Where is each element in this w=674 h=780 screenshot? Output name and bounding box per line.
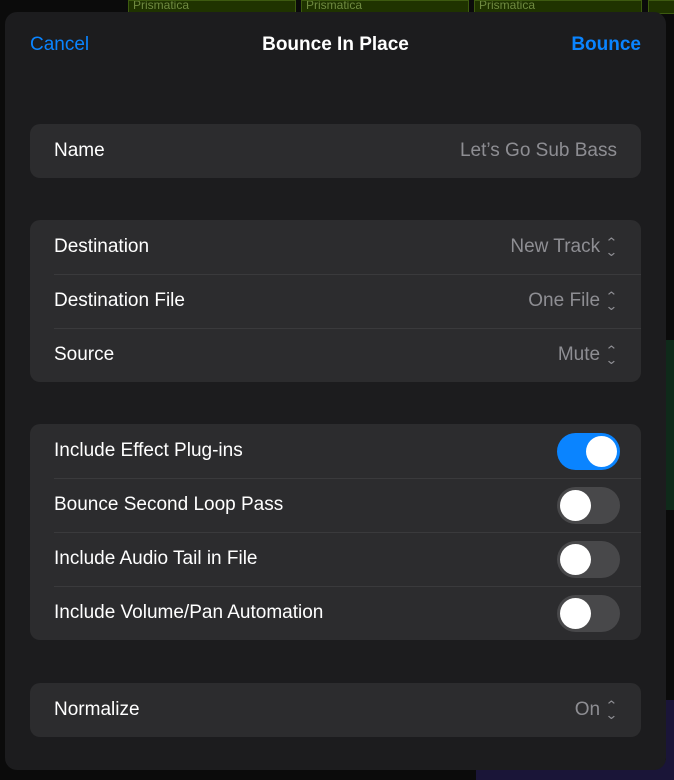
region-label: Prismatica	[133, 0, 190, 12]
chevron-up-down-icon: ⌃ ⌄	[605, 343, 619, 367]
region-label: Prismatica	[306, 0, 363, 12]
name-row[interactable]: Name Let’s Go Sub Bass	[30, 124, 641, 178]
name-group: Name Let’s Go Sub Bass	[30, 124, 641, 178]
bounce-in-place-sheet: Bounce In Place Cancel Bounce Name Let’s…	[5, 12, 666, 770]
source-value: Mute	[557, 344, 601, 365]
name-value[interactable]: Let’s Go Sub Bass	[460, 140, 617, 162]
normalize-value: On	[574, 699, 601, 720]
region-label: Prismatica	[479, 0, 536, 12]
include-volume-pan-automation-toggle[interactable]	[557, 594, 620, 632]
destination-group: Destination New Track ⌃ ⌄ Destination File…	[30, 220, 641, 382]
toggle-knob	[560, 543, 591, 575]
name-label: Name	[54, 140, 105, 161]
destination-file-value: One File	[528, 290, 601, 311]
destination-value: New Track	[510, 236, 601, 257]
include-volume-pan-automation-row: Include Volume/Pan Automation	[30, 586, 641, 640]
bounce-second-loop-pass-toggle[interactable]	[557, 486, 620, 524]
bounce-second-loop-pass-row: Bounce Second Loop Pass	[30, 478, 641, 532]
destination-file-label: Destination File	[54, 290, 185, 311]
options-group: Include Effect Plug-ins Bounce Second Lo…	[30, 424, 641, 640]
background-region	[666, 340, 674, 510]
toggle-knob	[560, 597, 591, 629]
toggle-label: Bounce Second Loop Pass	[54, 494, 284, 515]
background-region	[666, 700, 674, 780]
include-audio-tail-row: Include Audio Tail in File	[30, 532, 641, 586]
toggle-knob	[586, 435, 617, 467]
sheet-title: Bounce In Place	[262, 34, 409, 55]
cancel-button[interactable]: Cancel	[30, 34, 89, 56]
source-row[interactable]: Source Mute ⌃ ⌄	[30, 328, 641, 382]
toggle-label: Include Audio Tail in File	[54, 548, 258, 569]
destination-label: Destination	[54, 236, 150, 257]
normalize-label: Normalize	[54, 699, 140, 720]
normalize-row[interactable]: Normalize On ⌃ ⌄	[30, 683, 641, 737]
chevron-up-down-icon: ⌃ ⌄	[605, 698, 619, 722]
toggle-label: Include Effect Plug-ins	[54, 440, 243, 461]
source-label: Source	[54, 344, 115, 365]
toggle-knob	[560, 489, 591, 521]
chevron-up-down-icon: ⌃ ⌄	[605, 289, 619, 313]
bounce-button[interactable]: Bounce	[571, 34, 641, 56]
destination-file-row[interactable]: Destination File One File ⌃ ⌄	[30, 274, 641, 328]
chevron-up-down-icon: ⌃ ⌄	[605, 235, 619, 259]
include-audio-tail-toggle[interactable]	[557, 540, 620, 578]
destination-row[interactable]: Destination New Track ⌃ ⌄	[30, 220, 641, 274]
nav-bar: Bounce In Place Cancel Bounce	[5, 34, 666, 60]
toggle-label: Include Volume/Pan Automation	[54, 602, 324, 623]
include-effect-plugins-toggle[interactable]	[557, 432, 620, 470]
include-effect-plugins-row: Include Effect Plug-ins	[30, 424, 641, 478]
normalize-group: Normalize On ⌃ ⌄	[30, 683, 641, 737]
